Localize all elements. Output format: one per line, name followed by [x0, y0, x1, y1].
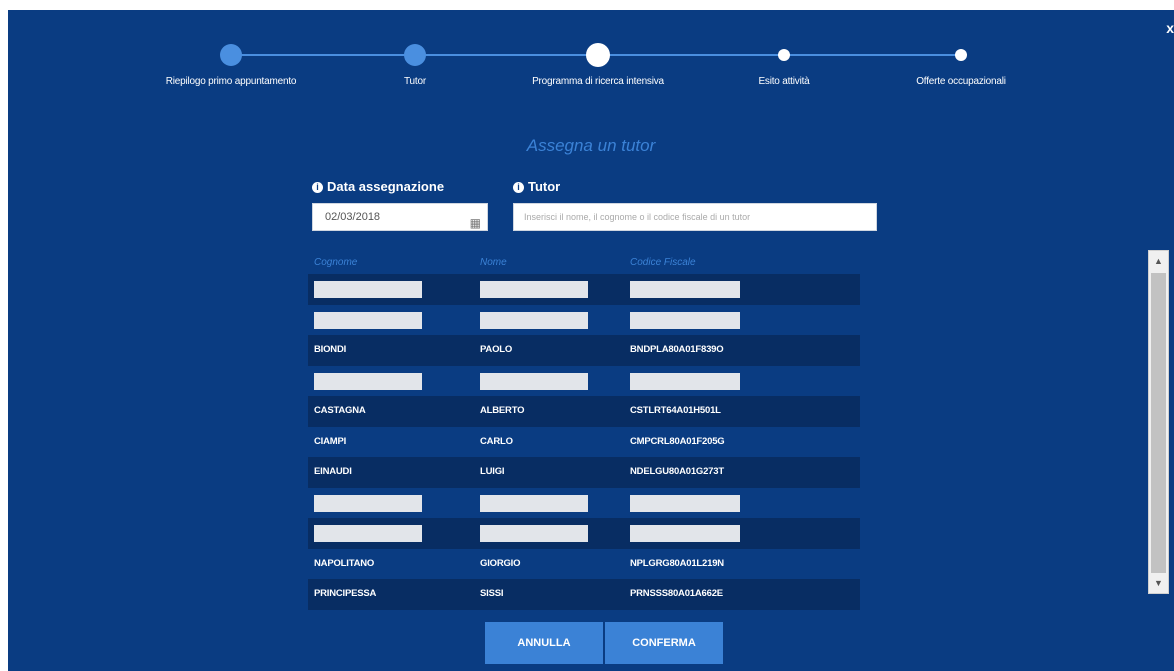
cell-cognome: PRINCIPESSA	[314, 588, 377, 599]
cell-cognome: BIONDI	[314, 344, 347, 355]
step-label-4: Esito attività	[758, 76, 810, 87]
tutor-field-label: i Tutor	[513, 179, 560, 194]
redacted-cell	[314, 494, 422, 512]
calendar-icon[interactable]: ▦	[470, 210, 481, 236]
table-row[interactable]	[308, 518, 860, 549]
tutor-table: Cognome Nome Codice Fiscale BIONDI PAOLO B…	[308, 248, 860, 610]
table-row[interactable]	[308, 366, 860, 397]
cell-cognome: NAPOLITANO	[314, 557, 375, 569]
cell-codice-fiscale: CSTLRT64A01H501L	[630, 405, 721, 416]
cell-codice-fiscale: BNDPLA80A01F839O	[630, 344, 724, 355]
redacted-cell	[480, 281, 588, 298]
scroll-up-icon[interactable]: ▲	[1149, 251, 1168, 271]
assign-tutor-modal: x Riepilogo primo appuntamento Tutor Pro…	[8, 10, 1174, 671]
cell-codice-fiscale: PRNSSS80A01A662E	[630, 588, 723, 599]
step-label-1: Riepilogo primo appuntamento	[165, 76, 297, 87]
cell-codice-fiscale: NDELGU80A01G273T	[630, 466, 724, 477]
info-icon: i	[312, 182, 323, 193]
cell-cognome: CIAMPI	[314, 435, 347, 447]
header-nome[interactable]: Nome	[480, 257, 507, 268]
step-dot-1	[220, 44, 242, 66]
tutor-search-input[interactable]: Inserisci il nome, il cognome o il codic…	[513, 203, 877, 231]
date-input[interactable]: 02/03/2018 ▦	[312, 203, 488, 231]
cell-cognome: CASTAGNA	[314, 405, 366, 416]
redacted-cell	[480, 525, 588, 542]
cell-nome: GIORGIO	[480, 557, 521, 569]
step-dot-2	[404, 44, 426, 66]
date-label-text: Data assegnazione	[327, 179, 445, 194]
redacted-cell	[314, 311, 422, 329]
redacted-cell	[314, 372, 422, 390]
step-label-3: Programma di ricerca intensiva	[532, 76, 664, 87]
redacted-cell	[630, 281, 740, 298]
progress-stepper: Riepilogo primo appuntamento Tutor Progr…	[8, 10, 1174, 110]
table-row[interactable]: CIAMPI CARLO CMPCRL80A01F205G	[308, 427, 860, 458]
scrollbar-thumb[interactable]	[1151, 273, 1166, 573]
cell-nome: LUIGI	[480, 466, 505, 477]
scroll-down-icon[interactable]: ▼	[1149, 573, 1168, 593]
date-field-label: i Data assegnazione	[312, 179, 444, 194]
tutor-label-text: Tutor	[528, 179, 561, 194]
table-row[interactable]: PRINCIPESSA SISSI PRNSSS80A01A662E	[308, 579, 860, 610]
redacted-cell	[630, 494, 740, 512]
cell-nome: CARLO	[480, 435, 513, 447]
table-row[interactable]: BIONDI PAOLO BNDPLA80A01F839O	[308, 335, 860, 366]
cell-nome: ALBERTO	[480, 405, 525, 416]
redacted-cell	[480, 311, 588, 329]
table-row[interactable]: CASTAGNA ALBERTO CSTLRT64A01H501L	[308, 396, 860, 427]
cell-codice-fiscale: NPLGRG80A01L219N	[630, 557, 724, 569]
table-row[interactable]	[308, 305, 860, 336]
redacted-cell	[630, 372, 740, 390]
scrollbar[interactable]: ▲ ▼	[1148, 250, 1169, 594]
cell-nome: SISSI	[480, 588, 504, 599]
cell-cognome: EINAUDI	[314, 466, 352, 477]
table-row[interactable]: EINAUDI LUIGI NDELGU80A01G273T	[308, 457, 860, 488]
confirm-button[interactable]: CONFERMA	[605, 622, 723, 664]
info-icon: i	[513, 182, 524, 193]
step-dot-3	[586, 43, 610, 67]
modal-title: Assegna un tutor	[526, 136, 656, 155]
redacted-cell	[314, 281, 422, 298]
redacted-cell	[480, 372, 588, 390]
redacted-cell	[314, 525, 422, 542]
redacted-cell	[630, 311, 740, 329]
table-row[interactable]	[308, 274, 860, 305]
table-row[interactable]: NAPOLITANO GIORGIO NPLGRG80A01L219N	[308, 549, 860, 580]
redacted-cell	[480, 494, 588, 512]
step-label-2: Tutor	[404, 76, 426, 87]
step-dot-4	[778, 49, 790, 61]
date-value: 02/03/2018	[325, 211, 381, 223]
step-dot-5	[955, 49, 967, 61]
table-row[interactable]	[308, 488, 860, 519]
step-label-5: Offerte occupazionali	[916, 76, 1006, 87]
cell-nome: PAOLO	[480, 344, 513, 355]
cell-codice-fiscale: CMPCRL80A01F205G	[630, 435, 725, 447]
cancel-button[interactable]: ANNULLA	[485, 622, 603, 664]
redacted-cell	[630, 525, 740, 542]
table-header: Cognome Nome Codice Fiscale	[308, 248, 860, 274]
header-codice-fiscale[interactable]: Codice Fiscale	[630, 257, 696, 268]
header-cognome[interactable]: Cognome	[314, 257, 357, 268]
